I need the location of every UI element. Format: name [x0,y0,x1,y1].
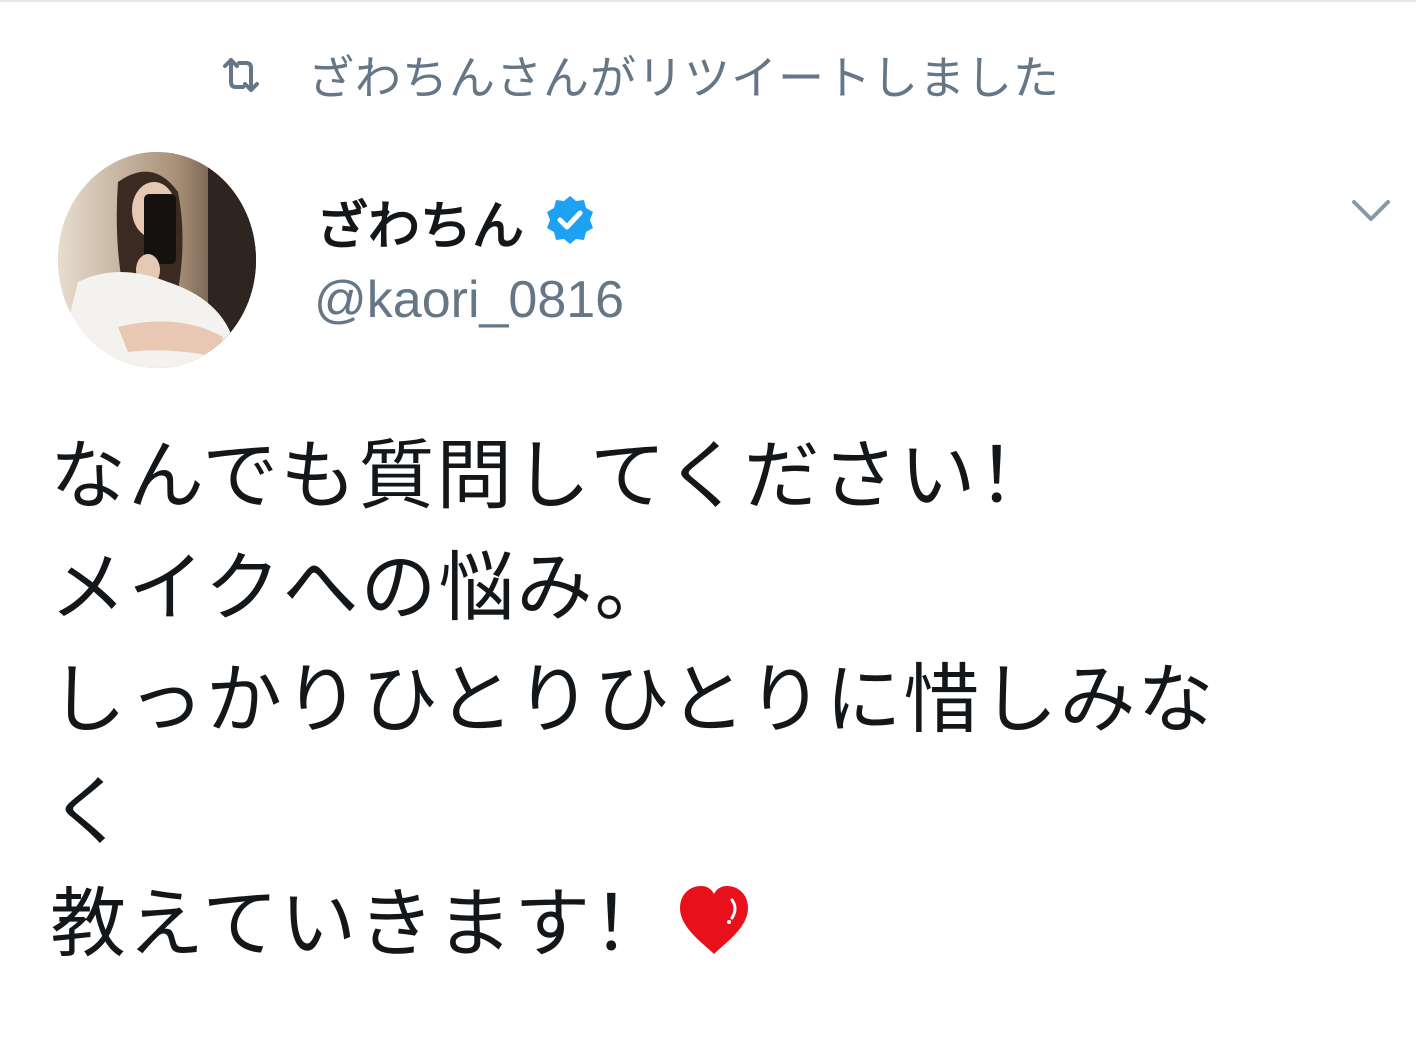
tweet-line: く [50,767,128,856]
chevron-down-icon[interactable] [1346,192,1396,232]
user-handle[interactable]: @kaori_0816 [314,270,624,330]
display-name[interactable]: ざわちん [316,184,524,259]
tweet-line: なんでも質問してください！ [50,431,1056,520]
tweet-line: メイクへの悩み。 [50,543,673,632]
retweet-context[interactable]: ざわちんさんがリツイートしました [218,40,1060,110]
top-divider [0,0,1416,2]
tweet-line: しっかりひとりひとりに惜しみな [50,655,1216,744]
retweet-icon [218,52,264,98]
avatar[interactable] [58,152,256,368]
tweet-text: なんでも質問してください！ メイクへの悩み。 しっかりひとりひとりに惜しみな く… [50,420,1390,980]
heart-icon [674,876,754,954]
verified-badge-icon [542,193,598,249]
tweet-line-last: 教えていきます！ [50,868,1390,980]
retweet-label: ざわちんさんがリツイートしました [308,51,1060,105]
tweet-line-text: 教えていきます！ [50,879,671,968]
author-name-row[interactable]: ざわちん [316,184,598,259]
